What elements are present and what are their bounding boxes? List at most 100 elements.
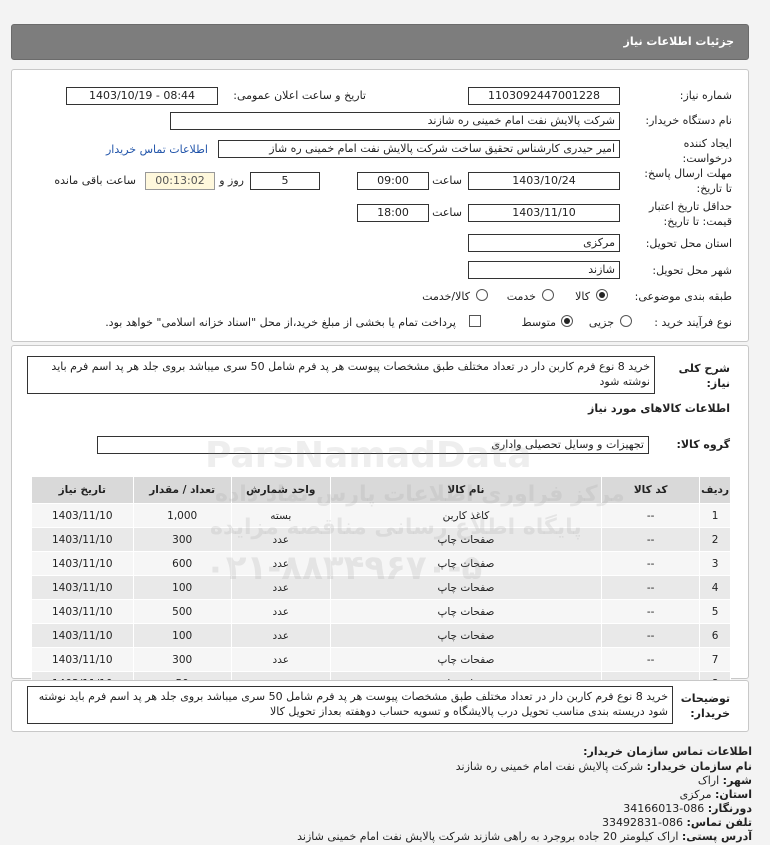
creator-field[interactable]: امیر حیدری کارشناس تحقیق ساخت شرکت پالای… (218, 140, 620, 158)
col-qty: تعداد / مقدار (132, 476, 232, 504)
cell-name: صفحات چاپ (329, 575, 603, 600)
deadline-label-2: تا تاریخ: (696, 182, 732, 195)
city-field[interactable]: شازند (468, 261, 620, 279)
goods-table-body: 1 -- کاغذ کاربن بسته 1,000 1403/11/10 2 -- صفحات… (31, 503, 731, 696)
process-option-minor: جزیی (588, 316, 614, 329)
deadline-time-label: ساعت (432, 174, 462, 187)
cell-unit: عدد (230, 575, 331, 600)
cell-unit: عدد (230, 623, 331, 648)
cell-code: -- (601, 575, 701, 600)
contact-province-label: استان: (715, 788, 752, 801)
cell-name: صفحات چاپ (329, 599, 603, 624)
validity-date-field[interactable]: 1403/11/10 (468, 204, 620, 222)
cell-date: 1403/11/10 (31, 551, 134, 576)
deadline-date-field[interactable]: 1403/10/24 (468, 172, 620, 190)
table-row: 2 -- صفحات چاپ عدد 300 1403/11/10 (31, 527, 731, 552)
contact-fax: دورنگار: 086-34166013 (623, 802, 752, 815)
cell-date: 1403/11/10 (31, 527, 134, 552)
cell-unit: عدد (230, 551, 331, 576)
cell-unit: عدد (230, 599, 331, 624)
need-number-field[interactable]: 1103092447001228 (468, 87, 620, 105)
table-row: 4 -- صفحات چاپ عدد 100 1403/11/10 (31, 575, 731, 600)
contact-phone-value: 086-33492831 (602, 816, 684, 829)
category-option-service: خدمت (506, 290, 536, 303)
cell-date: 1403/11/10 (31, 647, 134, 672)
table-row: 7 -- صفحات چاپ عدد 300 1403/11/10 (31, 647, 731, 672)
contact-province-value: مرکزی (679, 788, 712, 801)
cell-unit: عدد (230, 647, 331, 672)
contact-city-value: اراک (697, 774, 720, 787)
remaining-label: ساعت باقی مانده (54, 174, 136, 187)
contact-org-label: نام سازمان خریدار: (646, 760, 752, 773)
cell-name: صفحات چاپ (329, 551, 603, 576)
category-radio-goods[interactable] (596, 289, 608, 301)
process-label: نوع فرآیند خرید : (654, 316, 732, 329)
process-radio-minor[interactable] (620, 315, 632, 327)
contact-phone: تلفن تماس: 086-33492831 (602, 816, 752, 829)
validity-time-field[interactable]: 18:00 (357, 204, 429, 222)
goods-group-field[interactable]: تجهیزات و وسایل تحصیلی واداری (97, 436, 649, 454)
cell-row: 6 (699, 623, 731, 648)
cell-qty: 100 (132, 575, 232, 600)
cell-qty: 300 (132, 527, 232, 552)
deadline-time-field[interactable]: 09:00 (357, 172, 429, 190)
summary-label-1: شرح کلی (678, 362, 730, 375)
contact-title: اطلاعات تماس سازمان خریدار: (583, 745, 752, 758)
deadline-label-1: مهلت ارسال پاسخ: (644, 167, 732, 180)
category-option-goods: کالا (575, 290, 590, 303)
category-radio-service[interactable] (542, 289, 554, 301)
goods-section-title: اطلاعات کالاهای مورد نیاز (588, 402, 730, 415)
contact-org: نام سازمان خریدار: شرکت پالایش نفت امام … (456, 760, 752, 773)
cell-row: 3 (699, 551, 731, 576)
cell-name: کاغذ کاربن (329, 503, 603, 528)
contact-address-value: اراک کیلومتر 20 جاده بروجرد به راهی شازن… (297, 830, 679, 843)
page: جزئیات اطلاعات نیاز شماره نیاز: 11030924… (0, 0, 770, 845)
contact-city: شهر: اراک (698, 774, 752, 787)
buyer-field[interactable]: شرکت پالایش نفت امام خمینی ره شازند (170, 112, 620, 130)
cell-row: 5 (699, 599, 731, 624)
announce-field[interactable]: 1403/10/19 - 08:44 (66, 87, 218, 105)
cell-code: -- (601, 647, 701, 672)
table-row: 5 -- صفحات چاپ عدد 500 1403/11/10 (31, 599, 731, 624)
summary-label-2: نیاز: (706, 377, 730, 390)
treasury-payment-text: پرداخت تمام یا بخشی از مبلغ خرید،از محل … (105, 316, 456, 329)
need-number-label: شماره نیاز: (679, 89, 732, 102)
cell-row: 1 (699, 503, 731, 528)
cell-qty: 100 (132, 623, 232, 648)
cell-code: -- (601, 527, 701, 552)
remaining-time-field: 00:13:02 (145, 172, 215, 190)
cell-date: 1403/11/10 (31, 623, 134, 648)
buyer-label: نام دستگاه خریدار: (645, 114, 732, 127)
cell-qty: 500 (132, 599, 232, 624)
category-radio-goods-service[interactable] (476, 289, 488, 301)
page-title: جزئیات اطلاعات نیاز (623, 35, 735, 48)
col-date: تاریخ نیاز (31, 476, 134, 504)
validity-label-2: قیمت: تا تاریخ: (663, 215, 732, 228)
category-option-goods-service: کالا/خدمت (422, 290, 470, 303)
cell-row: 2 (699, 527, 731, 552)
cell-code: -- (601, 551, 701, 576)
cell-name: صفحات چاپ (329, 623, 603, 648)
contact-city-label: شهر: (722, 774, 752, 787)
validity-label-1: حداقل تاریخ اعتبار (648, 200, 732, 213)
buyer-contact-link[interactable]: اطلاعات تماس خریدار (106, 143, 208, 156)
contact-fax-value: 086-34166013 (623, 802, 705, 815)
creator-label-2: درخواست: (682, 152, 732, 165)
table-row: 6 -- صفحات چاپ عدد 100 1403/11/10 (31, 623, 731, 648)
cell-name: صفحات چاپ (329, 647, 603, 672)
treasury-payment-checkbox[interactable] (469, 315, 481, 327)
process-option-medium: متوسط (521, 316, 556, 329)
process-radio-medium[interactable] (561, 315, 573, 327)
days-field[interactable]: 5 (250, 172, 320, 190)
city-label: شهر محل تحویل: (652, 264, 732, 277)
cell-date: 1403/11/10 (31, 503, 134, 528)
table-row: 1 -- کاغذ کاربن بسته 1,000 1403/11/10 (31, 503, 731, 528)
announce-label: تاریخ و ساعت اعلان عمومی: (233, 89, 366, 102)
buyer-notes-label-2: خریدار: (690, 707, 730, 720)
col-name: نام کالا (329, 476, 603, 504)
col-row: ردیف (699, 476, 731, 504)
province-field[interactable]: مرکزی (468, 234, 620, 252)
contact-address: آدرس پستی: اراک کیلومتر 20 جاده بروجرد ب… (297, 830, 752, 843)
creator-label-1: ایجاد کننده (683, 137, 732, 150)
col-unit: واحد شمارش (230, 476, 331, 504)
